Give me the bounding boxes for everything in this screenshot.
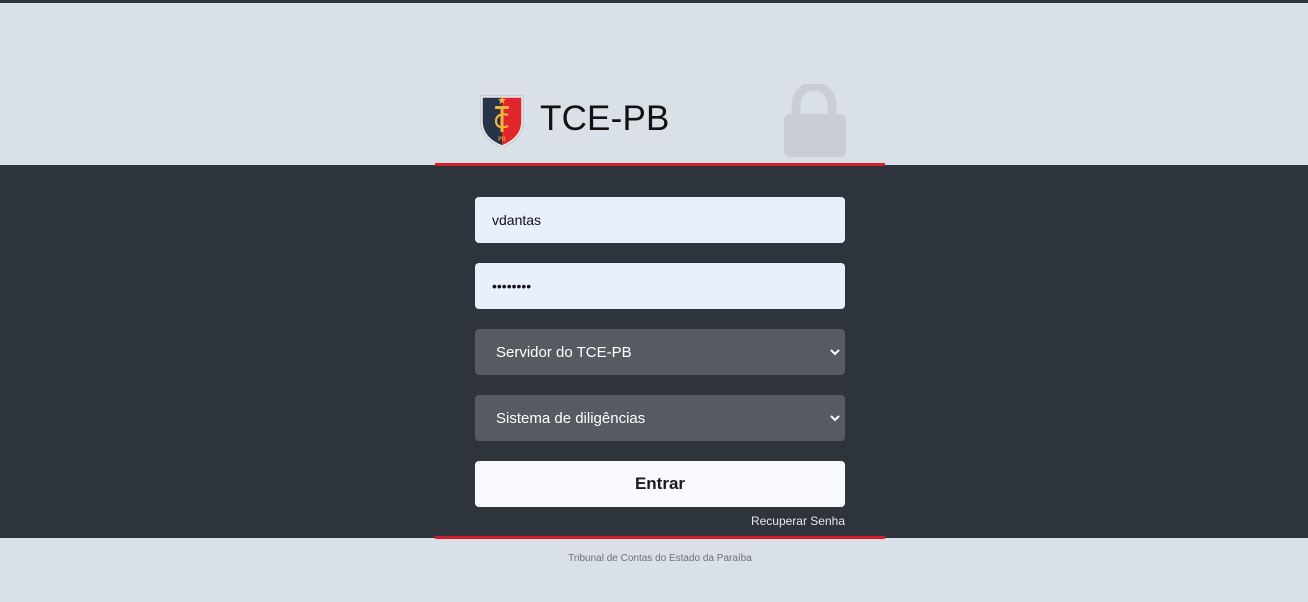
accent-divider-bottom (435, 536, 885, 539)
brand: PB TCE-PB (478, 91, 670, 147)
svg-text:PB: PB (498, 136, 506, 143)
system-select[interactable]: Sistema de diligências (475, 395, 845, 441)
recover-password-link[interactable]: Recuperar Senha (751, 514, 845, 528)
username-input[interactable] (475, 197, 845, 243)
chevron-down-icon (830, 415, 840, 422)
login-button-label: Entrar (634, 474, 686, 493)
lock-icon (784, 84, 846, 157)
header: PB TCE-PB (0, 3, 1308, 165)
login-button[interactable]: Entrar (475, 461, 845, 507)
system-selected-value: Sistema de diligências (496, 409, 646, 427)
accent-divider-top (435, 163, 885, 166)
user-type-selected-value: Servidor do TCE-PB (496, 343, 632, 361)
chevron-down-icon (830, 349, 840, 356)
password-input[interactable] (475, 263, 845, 309)
user-type-select[interactable]: Servidor do TCE-PB (475, 329, 845, 375)
tce-pb-shield-logo: PB (480, 95, 524, 147)
brand-title: TCE-PB (540, 99, 670, 138)
footer-text: Tribunal de Contas do Estado da Paraíba (568, 553, 752, 564)
